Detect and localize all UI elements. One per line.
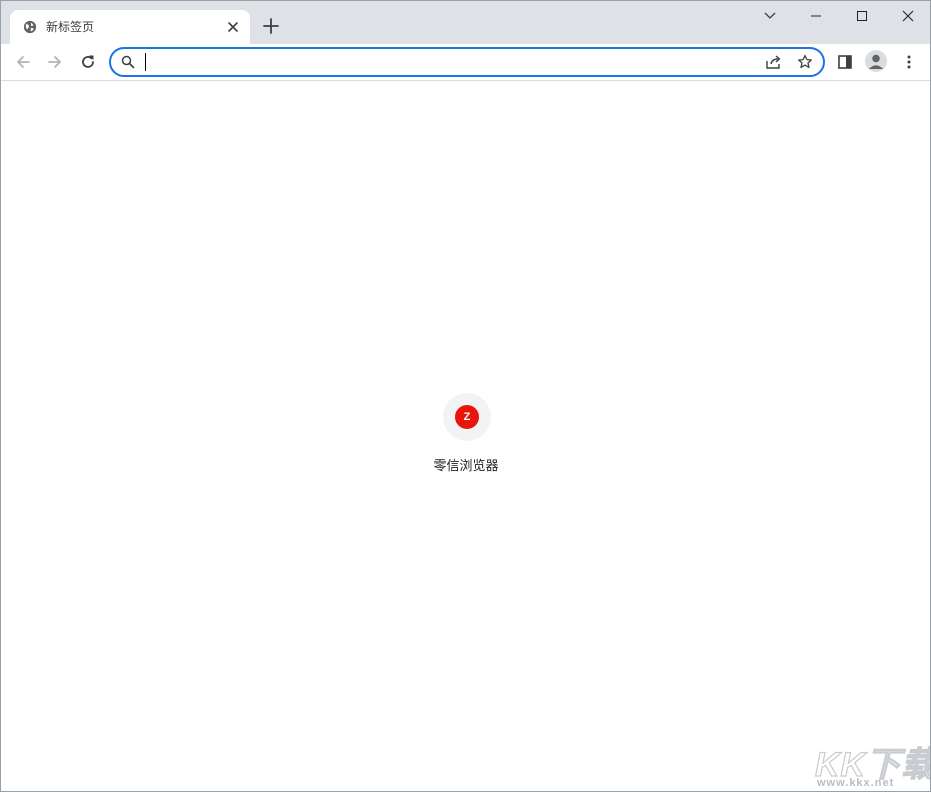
avatar-icon — [869, 54, 883, 69]
menu-button[interactable] — [896, 49, 922, 75]
forward-button[interactable] — [42, 49, 68, 75]
share-icon[interactable] — [765, 54, 783, 70]
tab-strip: 新标签页 — [1, 1, 930, 44]
close-window-button[interactable] — [885, 1, 930, 31]
tab-title: 新标签页 — [46, 20, 95, 34]
shortcut-tile[interactable]: Z 零信浏览器 — [423, 392, 509, 482]
shortcut-favicon: Z — [455, 405, 479, 429]
minimize-icon — [811, 15, 821, 17]
search-icon — [121, 55, 135, 69]
side-panel-icon — [838, 55, 852, 69]
maximize-button[interactable] — [839, 1, 885, 31]
browser-window: 新标签页 Z 零信浏览器 KK下载 www.kkx.net — [0, 0, 931, 792]
close-icon[interactable] — [226, 20, 240, 34]
arrow-right-icon — [48, 56, 61, 68]
chevron-down-icon — [764, 12, 776, 19]
side-panel-button[interactable] — [832, 49, 858, 75]
plus-icon[interactable] — [260, 15, 282, 37]
reload-icon — [82, 55, 94, 68]
shortcut-icon-background: Z — [443, 393, 491, 441]
arrow-left-icon — [17, 56, 30, 68]
tab-search-button[interactable] — [747, 1, 793, 31]
profile-button[interactable] — [865, 50, 887, 72]
globe-icon — [23, 20, 37, 34]
close-icon — [902, 10, 914, 22]
tab-new-tab[interactable]: 新标签页 — [10, 10, 250, 44]
watermark-url: www.kkx.net — [817, 777, 895, 789]
toolbar — [1, 44, 930, 81]
omnibox[interactable] — [109, 47, 825, 77]
kebab-menu-icon — [907, 55, 911, 69]
new-tab-page: Z 零信浏览器 KK下载 www.kkx.net — [1, 81, 930, 791]
minimize-button[interactable] — [793, 1, 839, 31]
watermark-logo: KK下载 www.kkx.net — [811, 737, 930, 791]
reload-button[interactable] — [75, 49, 101, 75]
maximize-icon — [857, 11, 867, 21]
star-icon[interactable] — [797, 54, 813, 70]
shortcut-label: 零信浏览器 — [433, 459, 499, 474]
back-button[interactable] — [10, 49, 36, 75]
text-caret — [145, 53, 146, 71]
address-input[interactable] — [143, 51, 743, 73]
